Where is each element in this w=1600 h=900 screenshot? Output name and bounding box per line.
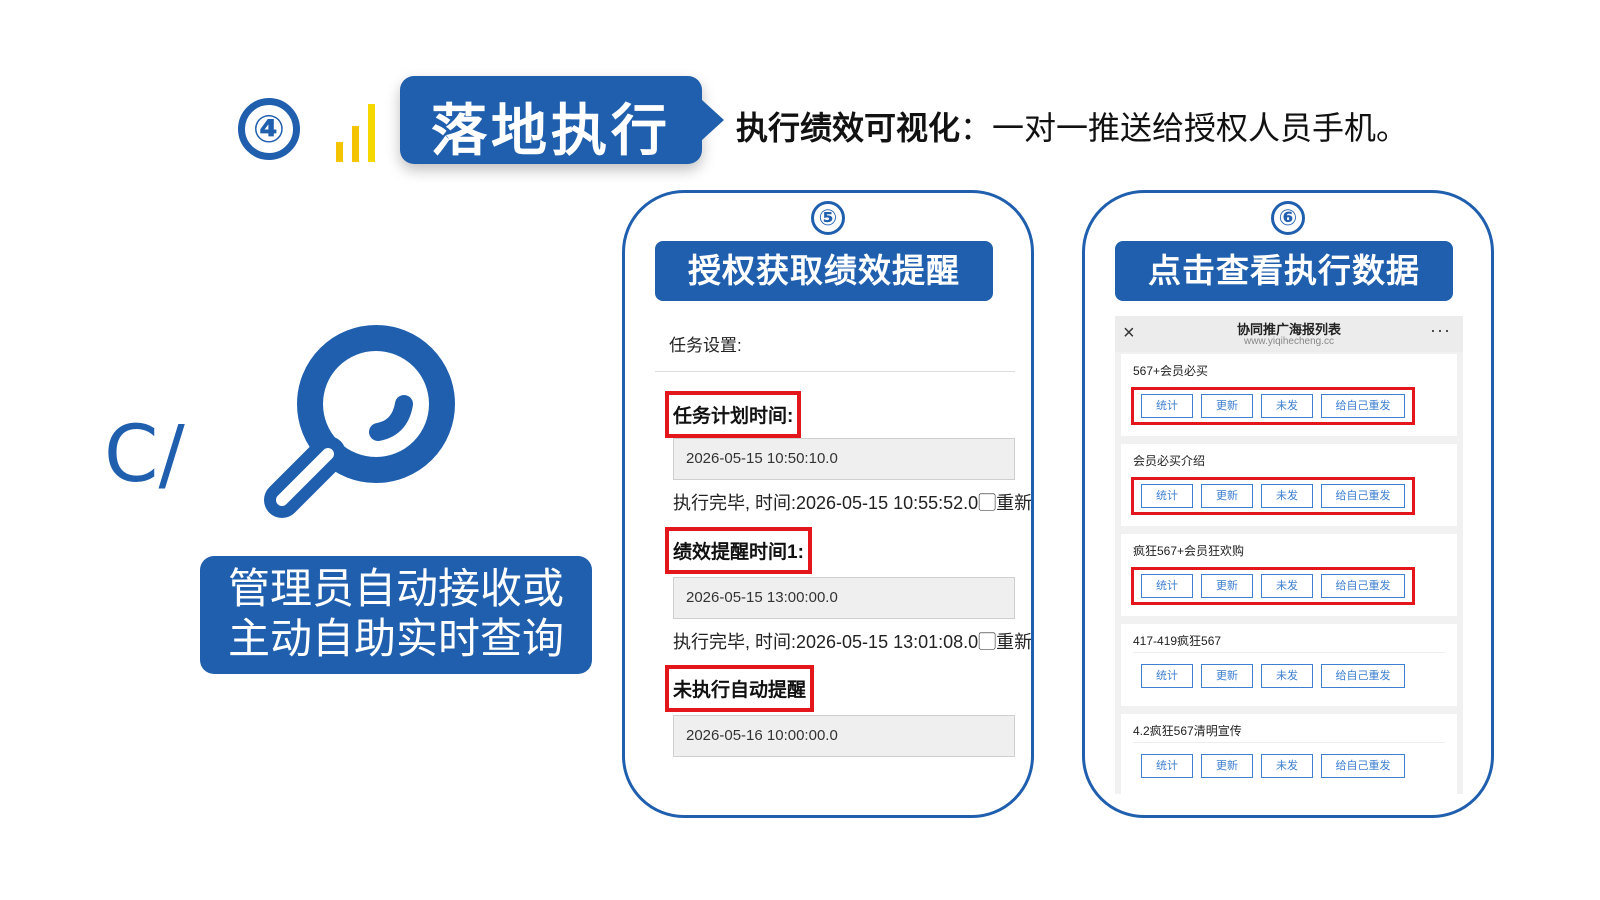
button-row-highlighted: 统计 更新 未发 给自己重发 (1131, 567, 1415, 605)
divider (655, 371, 1015, 372)
phone-url: www.yiqihecheng.cc (1243, 336, 1335, 347)
restart-checkbox[interactable]: ▢ (978, 493, 996, 513)
restart-label: 重新启动 (996, 493, 1033, 513)
update-button[interactable]: 更新 (1201, 664, 1253, 688)
plan-time-label: 任务计划时间: (665, 391, 802, 438)
admin-query-box: 管理员自动接收或 主动自助实时查询 (200, 556, 592, 674)
admin-line-2: 主动自助实时查询 (227, 614, 564, 663)
reminder-time-status: 执行完毕, 时间:2026-05-15 13:01:08.0▢重新启动 (673, 628, 1033, 654)
resend-self-button[interactable]: 给自己重发 (1321, 574, 1405, 598)
unsent-button[interactable]: 未发 (1261, 574, 1313, 598)
list-item: 疯狂567+会员狂欢购 统计 更新 未发 给自己重发 (1121, 534, 1457, 616)
headline-rest: ：一对一推送给授权人员手机。 (960, 109, 1409, 147)
divider (1133, 652, 1445, 653)
button-row: 统计 更新 未发 给自己重发 (1141, 754, 1405, 778)
phone-screen: × 协同推广海报列表 www.yiqihecheng.cc ··· 567+会员… (1115, 316, 1463, 796)
panel-performance-reminder: ⑤ 授权获取绩效提醒 任务设置: 任务计划时间: 2026-05-15 10:5… (622, 190, 1034, 818)
stats-button[interactable]: 统计 (1141, 664, 1193, 688)
list-item-title: 疯狂567+会员狂欢购 (1133, 544, 1245, 558)
auto-reminder-field[interactable]: 2026-05-16 10:00:00.0 (673, 715, 1015, 757)
stats-button[interactable]: 统计 (1141, 484, 1193, 508)
update-button[interactable]: 更新 (1201, 574, 1253, 598)
list-item: 会员必买介绍 统计 更新 未发 给自己重发 (1121, 444, 1457, 526)
admin-line-1: 管理员自动接收或 (227, 564, 564, 613)
stats-button[interactable]: 统计 (1141, 754, 1193, 778)
panel-6-number: ⑥ (1271, 201, 1305, 235)
panel-5-number: ⑤ (811, 201, 845, 235)
status-text: 执行完毕, 时间:2026-05-15 10:55:52.0 (673, 493, 979, 513)
restart-checkbox[interactable]: ▢ (978, 632, 996, 652)
panel-6-heading: 点击查看执行数据 (1115, 241, 1453, 301)
more-icon[interactable]: ··· (1430, 320, 1451, 341)
resend-self-button[interactable]: 给自己重发 (1321, 664, 1405, 688)
unsent-button[interactable]: 未发 (1261, 664, 1313, 688)
headline-bold: 执行绩效可视化 (736, 109, 961, 147)
unsent-button[interactable]: 未发 (1261, 394, 1313, 418)
button-row-highlighted: 统计 更新 未发 给自己重发 (1131, 477, 1415, 515)
plan-time-field[interactable]: 2026-05-15 10:50:10.0 (673, 438, 1015, 480)
list-item: 417-419疯狂567 统计 更新 未发 给自己重发 (1121, 624, 1457, 706)
button-row-highlighted: 统计 更新 未发 给自己重发 (1131, 387, 1415, 425)
panel-5-heading: 授权获取绩效提醒 (655, 241, 993, 301)
magnifier-icon (264, 325, 455, 518)
step-number-badge: ④ (238, 98, 300, 160)
list-item-title: 417-419疯狂567 (1133, 634, 1222, 648)
stats-button[interactable]: 统计 (1141, 394, 1193, 418)
signal-bars-icon (336, 104, 396, 162)
phone-title-bar: × 协同推广海报列表 www.yiqihecheng.cc ··· (1115, 316, 1463, 352)
list-item-title: 4.2疯狂567清明宣传 (1133, 724, 1242, 738)
headline: 执行绩效可视化：一对一推送给授权人员手机。 (736, 103, 1408, 149)
resend-self-button[interactable]: 给自己重发 (1321, 754, 1405, 778)
unsent-button[interactable]: 未发 (1261, 484, 1313, 508)
resend-self-button[interactable]: 给自己重发 (1321, 484, 1405, 508)
update-button[interactable]: 更新 (1201, 394, 1253, 418)
list-item-title: 567+会员必买 (1133, 364, 1209, 378)
divider (1133, 742, 1445, 743)
list-item-title: 会员必买介绍 (1133, 454, 1206, 468)
update-button[interactable]: 更新 (1201, 484, 1253, 508)
restart-label: 重新启动 (996, 632, 1033, 652)
plan-time-status: 执行完毕, 时间:2026-05-15 10:55:52.0▢重新启动 (673, 489, 1033, 515)
auto-reminder-label: 未执行自动提醒 (665, 665, 815, 712)
task-settings-label: 任务设置: (669, 336, 742, 355)
list-item: 4.2疯狂567清明宣传 统计 更新 未发 给自己重发 (1121, 714, 1457, 796)
stats-button[interactable]: 统计 (1141, 574, 1193, 598)
unsent-button[interactable]: 未发 (1261, 754, 1313, 778)
panel-execution-data: ⑥ 点击查看执行数据 × 协同推广海报列表 www.yiqihecheng.cc… (1082, 190, 1494, 818)
reminder-time-label: 绩效提醒时间1: (665, 527, 812, 574)
resend-self-button[interactable]: 给自己重发 (1321, 394, 1405, 418)
c-mark-glyph: C/ (104, 410, 185, 500)
list-item: 567+会员必买 统计 更新 未发 给自己重发 (1121, 354, 1457, 436)
task-settings-form: 任务设置: 任务计划时间: 2026-05-15 10:50:10.0 执行完毕… (655, 323, 1031, 815)
status-text: 执行完毕, 时间:2026-05-15 13:01:08.0 (673, 632, 979, 652)
button-row: 统计 更新 未发 给自己重发 (1141, 664, 1405, 688)
section-title-pill: 落地执行 (400, 76, 724, 164)
reminder-time-field[interactable]: 2026-05-15 13:00:00.0 (673, 577, 1015, 619)
section-title: 落地执行 (431, 99, 671, 164)
update-button[interactable]: 更新 (1201, 754, 1253, 778)
